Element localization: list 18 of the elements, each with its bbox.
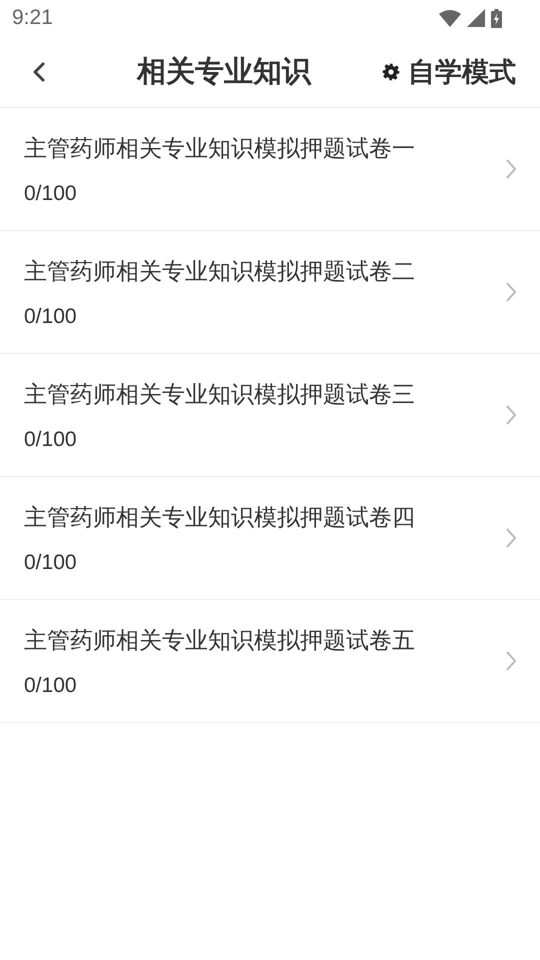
settings-icon [382,62,400,80]
paper-title: 主管药师相关专业知识模拟押题试卷一 [24,134,416,164]
signal-icon [467,9,485,27]
battery-icon [491,8,502,28]
chevron-right-icon [506,159,516,179]
paper-title: 主管药师相关专业知识模拟押题试卷三 [24,380,416,410]
status-time: 9:21 [12,6,53,30]
chevron-right-icon [506,405,516,425]
page-title: 相关专业知识 [136,52,312,90]
wifi-icon [439,10,461,26]
chevron-right-icon [506,651,516,671]
chevron-right-icon [506,528,516,548]
chevron-right-icon [506,282,516,302]
self-study-mode-button[interactable]: 自学模式 [382,54,516,90]
back-icon[interactable] [32,60,46,82]
paper-title: 主管药师相关专业知识模拟押题试卷二 [24,258,416,286]
paper-title: 主管药师相关专业知识模拟押题试卷五 [24,626,416,656]
paper-title: 主管药师相关专业知识模拟押题试卷四 [24,504,416,532]
